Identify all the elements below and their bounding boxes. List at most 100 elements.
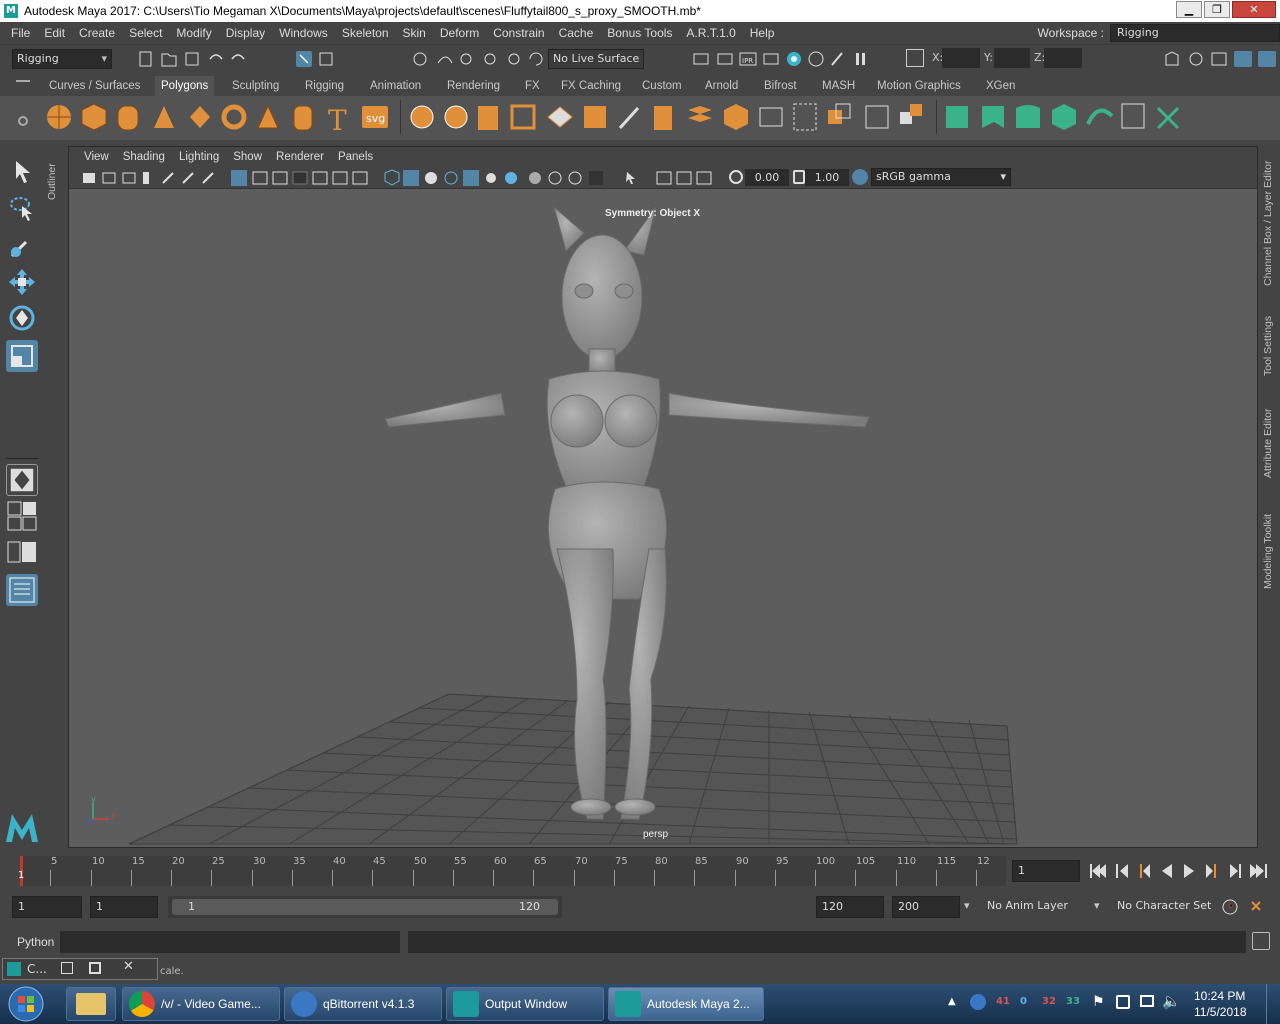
tray-expand-icon[interactable]: ▲ — [948, 996, 956, 1007]
range-slider[interactable]: 1 120 — [168, 896, 562, 918]
menu-create[interactable]: Create — [72, 26, 122, 40]
z-coordinate-field[interactable] — [1044, 48, 1082, 68]
gamma-field[interactable]: 1.00 — [805, 169, 849, 186]
command-language-toggle[interactable]: Python — [17, 935, 54, 949]
exposure-icon[interactable] — [729, 170, 743, 184]
modeling-toolkit-tab[interactable]: Modeling Toolkit — [1262, 504, 1278, 598]
menu-deform[interactable]: Deform — [433, 26, 486, 40]
chevron-down-icon[interactable]: ▾ — [964, 899, 970, 912]
menu-select[interactable]: Select — [122, 26, 169, 40]
close-button[interactable]: ✕ — [1232, 1, 1276, 18]
animation-end-field[interactable]: 200 — [892, 896, 960, 918]
anim-layer-dropdown[interactable]: No Anim Layer — [982, 896, 1082, 918]
playback-start-field[interactable]: 1 — [90, 896, 158, 918]
maximize-button[interactable]: ❐ — [1204, 1, 1230, 18]
paint-select-tool-icon[interactable] — [6, 230, 38, 262]
tab-rigging[interactable]: Rigging — [305, 76, 344, 96]
menu-cache[interactable]: Cache — [552, 26, 601, 40]
live-surface-field[interactable]: No Live Surface — [548, 49, 644, 69]
minimized-window[interactable]: C... ✕ — [2, 958, 158, 980]
tab-sculpting[interactable]: Sculpting — [232, 76, 279, 96]
taskbar-item-output-window[interactable]: Output Window — [446, 987, 604, 1021]
menu-windows[interactable]: Windows — [272, 26, 335, 40]
tab-fx[interactable]: FX — [525, 76, 540, 96]
transform-mode-icon[interactable] — [906, 49, 924, 67]
show-desktop-button[interactable] — [1266, 984, 1280, 1024]
menu-help[interactable]: Help — [743, 26, 782, 40]
current-frame-field[interactable]: 1 — [1012, 860, 1080, 882]
move-tool-icon[interactable] — [6, 266, 38, 298]
device-icon[interactable] — [1116, 995, 1130, 1009]
vp-menu-shading[interactable]: Shading — [116, 151, 172, 163]
time-slider[interactable]: 5 10 15 20 25 30 35 40 45 50 55 60 65 70 75 80 85 90 95 100… — [18, 856, 1006, 886]
vp-menu-view[interactable]: View — [77, 151, 116, 163]
menu-skin[interactable]: Skin — [396, 26, 433, 40]
clock-time[interactable]: 10:24 PM — [1194, 989, 1245, 1003]
go-to-start-button[interactable] — [1090, 864, 1106, 878]
tab-custom[interactable]: Custom — [642, 76, 682, 96]
menuset-dropdown[interactable]: Rigging ▾ — [12, 49, 112, 69]
minimize-button[interactable]: ▁ — [1176, 1, 1202, 18]
tab-polygons[interactable]: Polygons — [155, 76, 215, 96]
clock-date[interactable]: 11/5/2018 — [1194, 1005, 1247, 1019]
vp-menu-show[interactable]: Show — [226, 151, 269, 163]
restore-icon[interactable] — [61, 962, 73, 974]
3d-viewport[interactable]: Symmetry: Object X persp x y — [69, 189, 1257, 847]
tab-rendering[interactable]: Rendering — [447, 76, 500, 96]
single-perspective-layout-icon[interactable] — [6, 464, 38, 496]
tab-fx-caching[interactable]: FX Caching — [561, 76, 621, 96]
step-back-frame-button[interactable] — [1140, 864, 1150, 878]
step-forward-frame-button[interactable] — [1206, 864, 1216, 878]
tab-motion-graphics[interactable]: Motion Graphics — [877, 76, 961, 96]
close-icon[interactable]: ✕ — [123, 959, 134, 974]
channel-box-layer-editor-tab[interactable]: Channel Box / Layer Editor — [1262, 150, 1278, 296]
taskbar-item-maya[interactable]: Autodesk Maya 2... — [608, 987, 764, 1021]
tab-mash[interactable]: MASH — [822, 76, 855, 96]
tab-curves-surfaces[interactable]: Curves / Surfaces — [49, 76, 140, 96]
command-input[interactable] — [60, 931, 400, 953]
vp-menu-lighting[interactable]: Lighting — [172, 151, 226, 163]
range-slider-handle[interactable] — [172, 899, 558, 915]
gamma-icon[interactable] — [793, 170, 805, 184]
tab-bifrost[interactable]: Bifrost — [764, 76, 797, 96]
volume-icon[interactable]: 🔈 — [1162, 992, 1181, 1010]
network-icon[interactable] — [1140, 995, 1154, 1007]
y-coordinate-field[interactable] — [994, 48, 1030, 68]
menu-modify[interactable]: Modify — [169, 26, 218, 40]
menu-edit[interactable]: Edit — [37, 26, 72, 40]
go-to-end-button[interactable] — [1250, 864, 1267, 878]
four-view-layout-icon[interactable] — [6, 500, 38, 532]
workspace-dropdown[interactable]: Rigging — [1110, 24, 1280, 42]
scale-tool-icon[interactable] — [6, 340, 38, 372]
menu-skeleton[interactable]: Skeleton — [335, 26, 396, 40]
select-tool-icon[interactable] — [6, 156, 38, 188]
shelf-menu-icon[interactable] — [16, 80, 30, 92]
menu-file[interactable]: File — [4, 26, 37, 40]
animation-start-field[interactable]: 1 — [12, 896, 82, 918]
outliner-layout-icon[interactable] — [6, 574, 38, 606]
maximize-icon[interactable] — [89, 962, 101, 974]
persp-outliner-layout-icon[interactable] — [6, 536, 38, 568]
tab-xgen[interactable]: XGen — [986, 76, 1015, 96]
menu-display[interactable]: Display — [219, 26, 272, 40]
step-forward-key-button[interactable] — [1230, 864, 1241, 878]
qbittorrent-tray-icon[interactable] — [970, 994, 986, 1010]
explorer-taskbar-button[interactable] — [66, 987, 116, 1021]
vp-menu-renderer[interactable]: Renderer — [269, 151, 331, 163]
tab-arnold[interactable]: Arnold — [705, 76, 738, 96]
vp-menu-panels[interactable]: Panels — [331, 151, 380, 163]
chevron-down-icon[interactable]: ▾ — [1094, 899, 1100, 912]
outliner-strip[interactable]: Outliner — [44, 146, 64, 846]
flag-icon[interactable]: ⚑ — [1092, 994, 1105, 1010]
play-backward-button[interactable] — [1162, 864, 1172, 878]
menu-art[interactable]: A.R.T.1.0 — [679, 26, 742, 40]
shelf-settings-gear-icon[interactable] — [18, 116, 28, 126]
color-space-dropdown[interactable]: sRGB gamma ▾ — [871, 168, 1011, 186]
start-button-icon[interactable] — [4, 986, 48, 1022]
script-editor-icon[interactable] — [1252, 932, 1270, 950]
lasso-tool-icon[interactable] — [6, 192, 38, 224]
step-back-key-button[interactable] — [1116, 864, 1128, 878]
playback-end-field[interactable]: 120 — [816, 896, 884, 918]
taskbar-item-chrome[interactable]: /v/ - Video Game... — [122, 987, 280, 1021]
color-management-icon[interactable] — [852, 169, 868, 185]
